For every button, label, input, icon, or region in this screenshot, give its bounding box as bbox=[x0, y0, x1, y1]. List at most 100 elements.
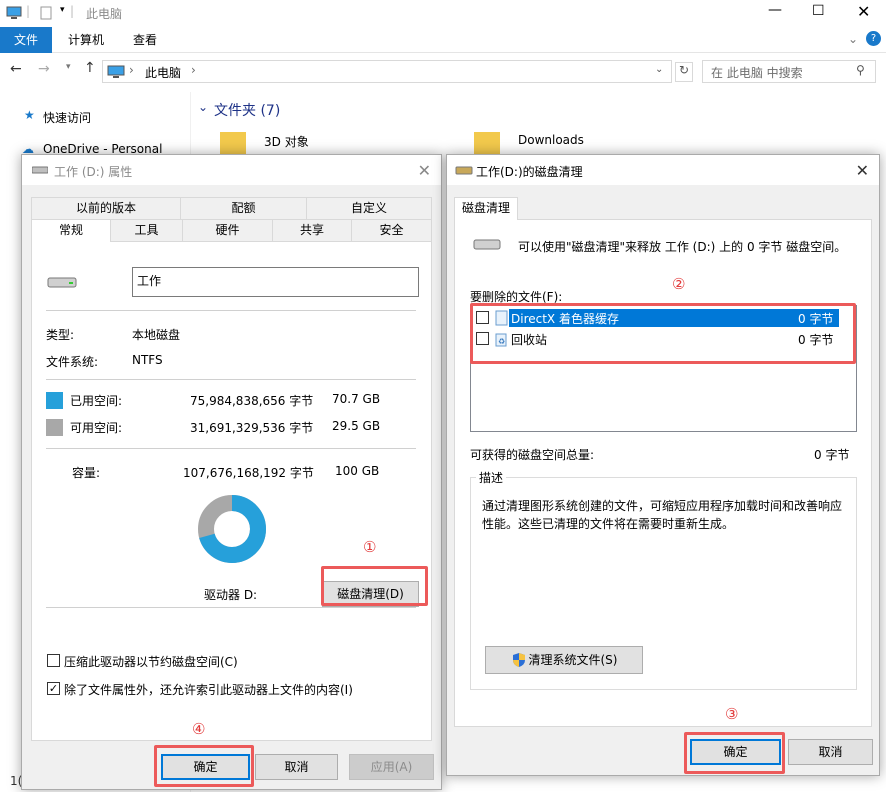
free-gb: 29.5 GB bbox=[332, 419, 381, 433]
folder-icon bbox=[220, 132, 246, 154]
search-input[interactable]: 在 此电脑 中搜索 ⚲ bbox=[702, 60, 876, 83]
highlight-box-4 bbox=[154, 745, 254, 787]
type-value: 本地磁盘 bbox=[132, 328, 181, 342]
tab-sharing[interactable]: 共享 bbox=[272, 219, 352, 241]
drive-icon bbox=[473, 239, 501, 250]
apply-button[interactable]: 应用(A) bbox=[349, 754, 434, 780]
breadcrumb-chevron-icon[interactable]: › bbox=[191, 63, 196, 77]
address-dropdown-icon[interactable]: ⌄ bbox=[655, 64, 663, 75]
tab-view[interactable]: 查看 bbox=[133, 27, 157, 53]
breadcrumb[interactable]: 此电脑 bbox=[145, 64, 181, 81]
cancel-label: 取消 bbox=[284, 760, 309, 774]
step-marker-2: ② bbox=[672, 275, 686, 293]
title-sep: | bbox=[26, 4, 31, 18]
apply-label: 应用(A) bbox=[370, 760, 413, 774]
divider bbox=[46, 310, 416, 311]
cleanup-drive-icon bbox=[455, 166, 473, 175]
general-tab-panel: 工作 类型: 本地磁盘 文件系统: NTFS 已用空间: 75,984,838,… bbox=[31, 241, 432, 741]
star-icon: ★ bbox=[24, 108, 35, 122]
capacity-label: 容量: bbox=[72, 466, 101, 480]
address-row: ← → ▾ ↑ › 此电脑 › ⌄ ↻ 在 此电脑 中搜索 ⚲ bbox=[0, 56, 886, 88]
used-bytes: 75,984,838,656 字节 bbox=[190, 394, 314, 408]
tab-security[interactable]: 安全 bbox=[351, 219, 432, 241]
properties-icon[interactable] bbox=[40, 6, 52, 20]
fs-value: NTFS bbox=[132, 353, 163, 367]
capacity-gb: 100 GB bbox=[335, 464, 380, 478]
tab-previous-versions[interactable]: 以前的版本 bbox=[31, 197, 181, 219]
folder-downloads[interactable]: Downloads bbox=[518, 133, 584, 147]
used-swatch bbox=[46, 392, 63, 409]
folder-3d-objects[interactable]: 3D 对象 bbox=[264, 133, 309, 150]
tab-quota[interactable]: 配额 bbox=[180, 197, 307, 219]
clean-system-files-label: 清理系统文件(S) bbox=[528, 653, 618, 667]
computer-icon bbox=[6, 6, 22, 19]
folder-icon bbox=[474, 132, 500, 154]
tab-computer[interactable]: 计算机 bbox=[68, 27, 104, 53]
maximize-button[interactable]: ☐ bbox=[812, 3, 825, 19]
step-marker-4: ④ bbox=[192, 720, 206, 738]
index-checkbox[interactable]: ✓ bbox=[47, 682, 60, 695]
help-icon[interactable]: ? bbox=[866, 31, 881, 46]
up-icon[interactable]: ↑ bbox=[84, 60, 96, 76]
drive-letter-label: 驱动器 D: bbox=[204, 588, 258, 602]
dialog-titlebar: 工作(D:)的磁盘清理 ✕ bbox=[447, 155, 879, 185]
cancel-button[interactable]: 取消 bbox=[255, 754, 338, 780]
nav-quick-access[interactable]: 快速访问 bbox=[43, 109, 91, 126]
close-icon[interactable]: ✕ bbox=[856, 161, 869, 180]
ribbon-collapse-icon[interactable]: ⌄ bbox=[848, 32, 858, 46]
breadcrumb-chevron-icon[interactable]: › bbox=[129, 63, 134, 77]
cancel-label: 取消 bbox=[818, 745, 843, 759]
free-swatch bbox=[46, 419, 63, 436]
compress-label: 压缩此驱动器以节约磁盘空间(C) bbox=[64, 655, 238, 669]
computer-icon bbox=[107, 65, 125, 78]
divider bbox=[46, 379, 416, 380]
drive-icon bbox=[32, 166, 48, 174]
minimize-button[interactable]: — bbox=[768, 2, 782, 18]
cleanup-panel: 可以使用"磁盘清理"来释放 工作 (D:) 上的 0 字节 磁盘空间。 要删除的… bbox=[454, 219, 872, 727]
drive-properties-dialog: 工作 (D:) 属性 ✕ 以前的版本 配额 自定义 常规 工具 硬件 共享 安全… bbox=[21, 154, 442, 790]
tab-disk-cleanup[interactable]: 磁盘清理 bbox=[454, 197, 518, 220]
disk-cleanup-dialog: 工作(D:)的磁盘清理 ✕ 磁盘清理 可以使用"磁盘清理"来释放 工作 (D:)… bbox=[446, 154, 880, 776]
fs-label: 文件系统: bbox=[46, 355, 99, 369]
back-icon[interactable]: ← bbox=[10, 61, 22, 77]
divider bbox=[46, 448, 416, 449]
description-label: 描述 bbox=[476, 469, 507, 486]
tab-file[interactable]: 文件 bbox=[0, 27, 52, 53]
step-marker-1: ① bbox=[363, 538, 377, 556]
drive-name-value: 工作 bbox=[137, 274, 162, 288]
title-sep2: | bbox=[70, 4, 75, 18]
tab-customize[interactable]: 自定义 bbox=[306, 197, 432, 219]
drive-name-field[interactable]: 工作 bbox=[132, 267, 419, 297]
divider bbox=[46, 607, 416, 608]
folders-header[interactable]: 文件夹 (7) bbox=[214, 100, 280, 120]
highlight-box-2 bbox=[470, 303, 856, 364]
total-space-label: 可获得的磁盘空间总量: bbox=[470, 448, 595, 462]
free-bytes: 31,691,329,536 字节 bbox=[190, 421, 314, 435]
close-icon[interactable]: ✕ bbox=[418, 161, 431, 180]
highlight-box-3 bbox=[684, 732, 785, 774]
collapse-chevron-icon[interactable]: ⌄ bbox=[198, 100, 208, 114]
compress-checkbox[interactable] bbox=[47, 654, 60, 667]
capacity-bytes: 107,676,168,192 字节 bbox=[183, 466, 314, 480]
address-bar[interactable]: › 此电脑 › ⌄ bbox=[102, 60, 672, 83]
search-icon[interactable]: ⚲ bbox=[856, 63, 865, 77]
cleanup-intro: 可以使用"磁盘清理"来释放 工作 (D:) 上的 0 字节 磁盘空间。 bbox=[518, 240, 847, 254]
highlight-box-1 bbox=[321, 566, 428, 606]
close-button[interactable]: ✕ bbox=[857, 2, 870, 21]
tab-hardware[interactable]: 硬件 bbox=[182, 219, 273, 241]
refresh-icon[interactable]: ↻ bbox=[675, 62, 693, 82]
dialog-title: 工作(D:)的磁盘清理 bbox=[476, 165, 583, 179]
cancel-button[interactable]: 取消 bbox=[788, 739, 873, 765]
total-space-value: 0 字节 bbox=[814, 448, 850, 462]
window-title: 此电脑 bbox=[86, 7, 123, 21]
recent-dropdown-icon[interactable]: ▾ bbox=[66, 62, 71, 72]
tab-general[interactable]: 常规 bbox=[31, 219, 111, 242]
quick-access-dropdown-icon[interactable]: ▾ bbox=[60, 5, 65, 15]
forward-icon[interactable]: → bbox=[38, 61, 50, 77]
description-text: 通过清理图形系统创建的文件，可缩短应用程序加载时间和改善响应性能。这些已清理的文… bbox=[482, 499, 843, 531]
tab-tools[interactable]: 工具 bbox=[110, 219, 183, 241]
usage-donut-chart bbox=[198, 495, 266, 563]
clean-system-files-button[interactable]: 清理系统文件(S) bbox=[485, 646, 643, 674]
free-label: 可用空间: bbox=[70, 421, 123, 435]
dialog-title: 工作 (D:) 属性 bbox=[54, 165, 133, 179]
